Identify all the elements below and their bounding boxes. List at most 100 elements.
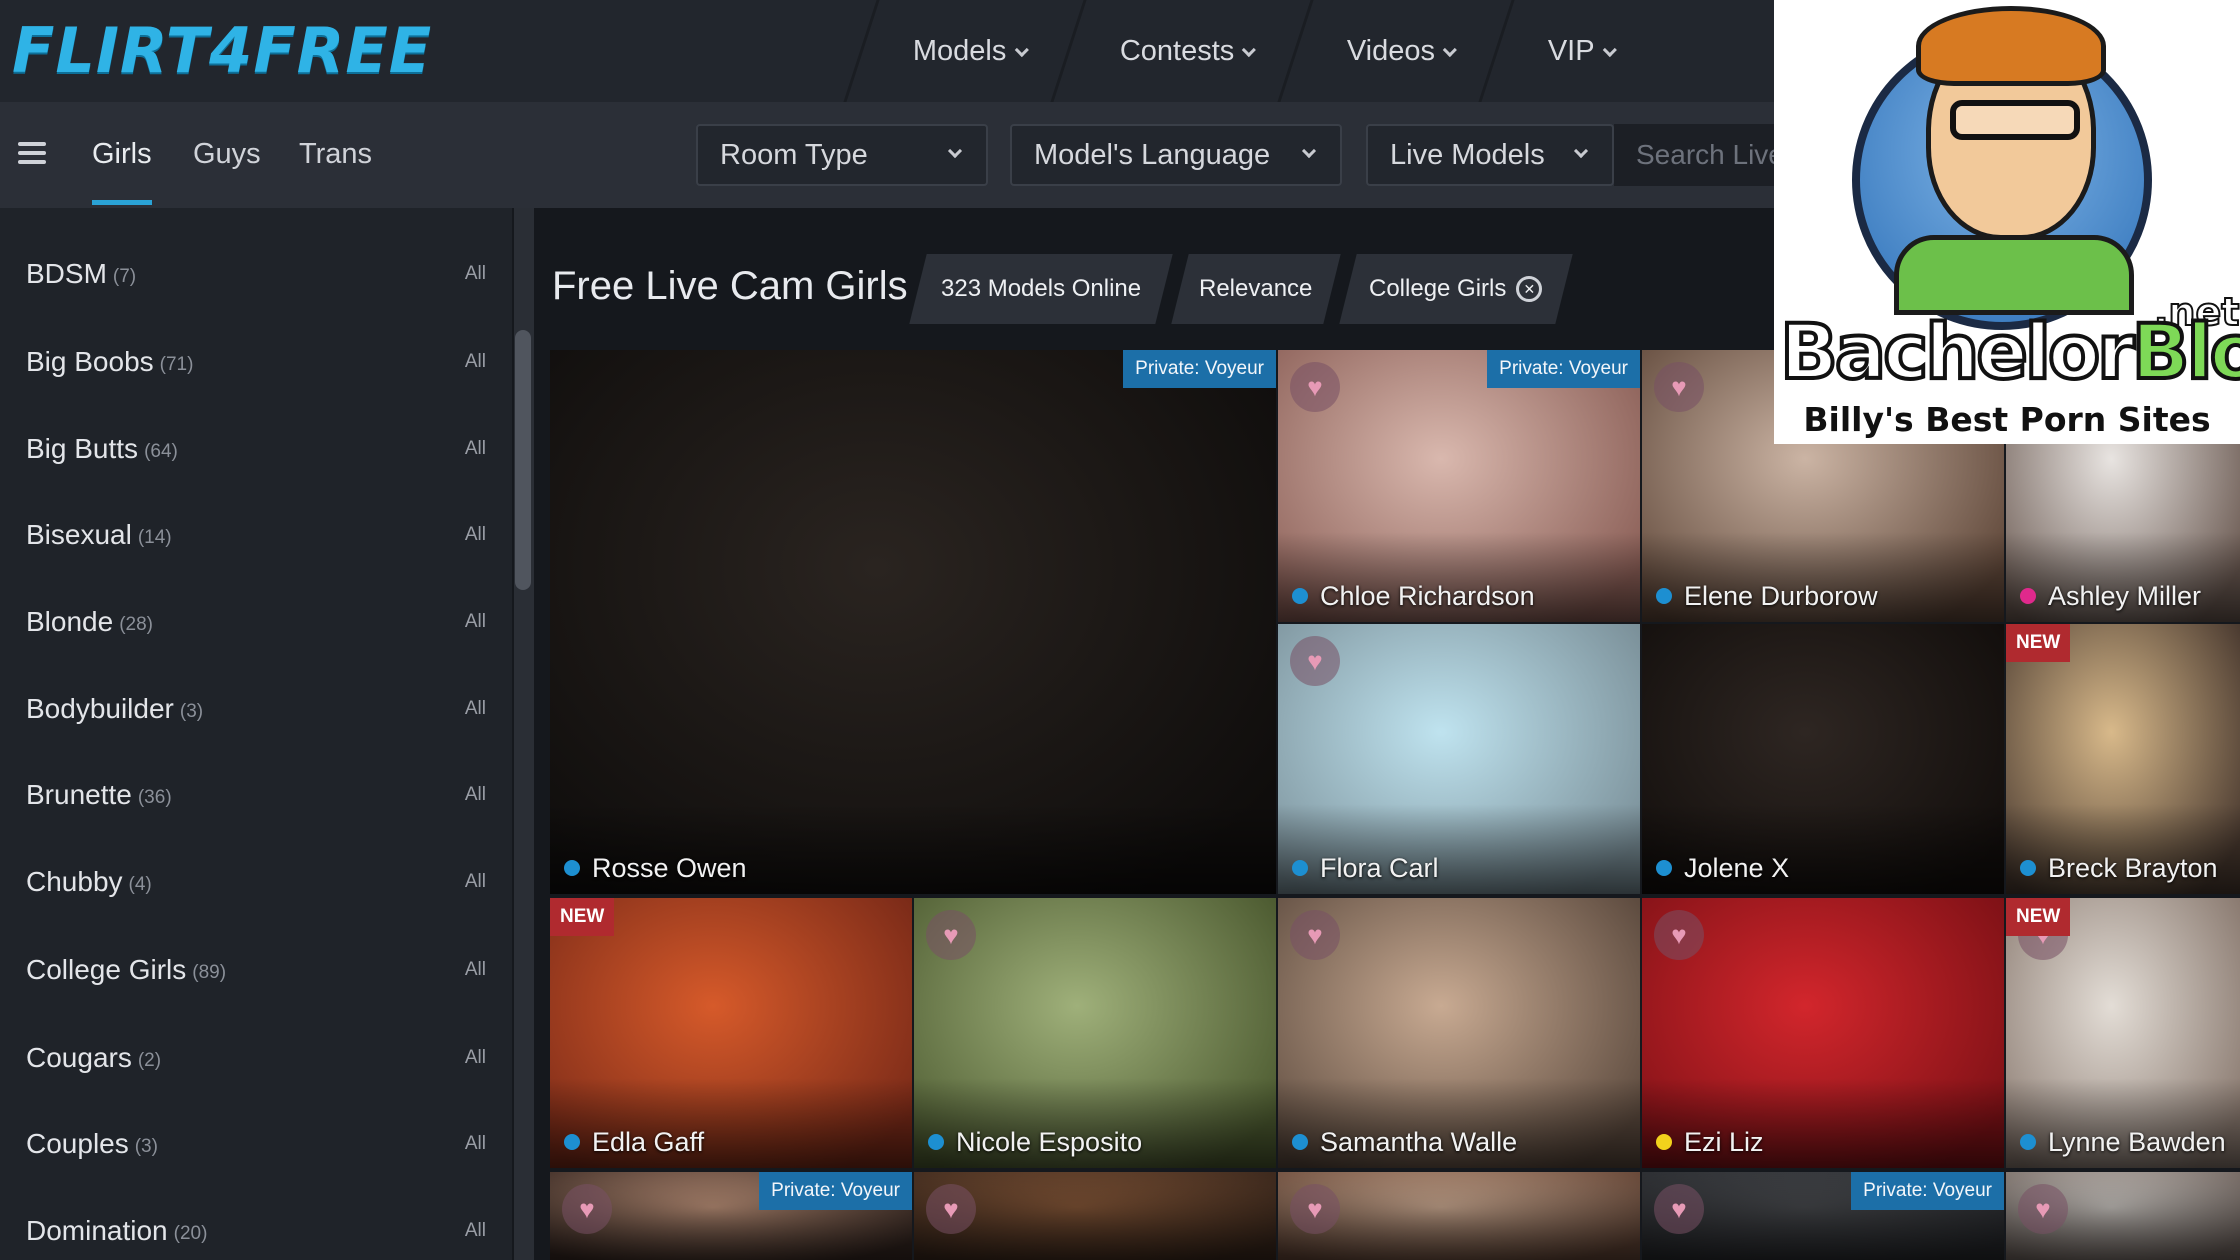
model-name[interactable]: Edla Gaff	[592, 1127, 704, 1158]
model-tile[interactable]: ♥	[1278, 1172, 1640, 1260]
model-name[interactable]: Lynne Bawden	[2048, 1127, 2226, 1158]
category-name: College Girls	[26, 954, 187, 985]
nav-vip[interactable]: VIP	[1478, 0, 1672, 102]
tab-girls[interactable]: Girls	[92, 138, 152, 171]
category-item[interactable]: College Girls (89) All	[26, 940, 486, 1000]
category-all-link[interactable]: All	[465, 698, 486, 720]
model-tile[interactable]: ♥ Private: Voyeur	[550, 1172, 912, 1260]
category-item[interactable]: Big Boobs (71) All	[26, 332, 486, 392]
status-dot-icon	[928, 1134, 944, 1150]
status-dot-icon	[1656, 860, 1672, 876]
category-all-link[interactable]: All	[465, 524, 486, 546]
status-dot-icon	[1656, 588, 1672, 604]
status-dot-icon	[2020, 1134, 2036, 1150]
model-name[interactable]: Chloe Richardson	[1320, 581, 1535, 612]
model-language-dropdown[interactable]: Model's Language	[1010, 124, 1342, 186]
category-all-link[interactable]: All	[465, 1220, 486, 1242]
model-tile[interactable]: ♥ Flora Carl	[1278, 624, 1640, 894]
model-name[interactable]: Samantha Walle	[1320, 1127, 1517, 1158]
category-all-link[interactable]: All	[465, 438, 486, 460]
category-all-link[interactable]: All	[465, 959, 486, 981]
favorite-heart-icon[interactable]: ♥	[926, 910, 976, 960]
favorite-heart-icon[interactable]: ♥	[1654, 362, 1704, 412]
category-item[interactable]: Big Butts (64) All	[26, 419, 486, 479]
category-item[interactable]: Couples (3) All	[26, 1114, 486, 1174]
status-dot-icon	[1292, 860, 1308, 876]
status-dot-icon	[564, 860, 580, 876]
category-item[interactable]: Bisexual (14) All	[26, 505, 486, 565]
model-tile[interactable]: ♥ Samantha Walle	[1278, 898, 1640, 1168]
live-models-dropdown[interactable]: Live Models	[1366, 124, 1614, 186]
category-item[interactable]: Chubby (4) All	[26, 852, 486, 912]
category-item[interactable]: Blonde (28) All	[26, 592, 486, 652]
model-tile[interactable]: Jolene X	[1642, 624, 2004, 894]
category-item[interactable]: Cougars (2) All	[26, 1028, 486, 1088]
sidebar-scrollbar-thumb[interactable]	[515, 330, 531, 590]
site-logo[interactable]: FLIRT4FREE	[12, 14, 432, 87]
category-name: Couples	[26, 1128, 129, 1159]
favorite-heart-icon[interactable]: ♥	[1290, 1184, 1340, 1234]
nav-videos[interactable]: Videos	[1277, 0, 1512, 102]
nav-models[interactable]: Models	[843, 0, 1084, 102]
favorite-heart-icon[interactable]: ♥	[1290, 362, 1340, 412]
category-all-link[interactable]: All	[465, 871, 486, 893]
sort-relevance-button[interactable]: Relevance	[1171, 254, 1341, 324]
model-tile[interactable]: Private: Voyeur Rosse Owen	[550, 350, 1276, 894]
live-models-label: Live Models	[1390, 138, 1545, 171]
close-icon[interactable]: ✕	[1516, 276, 1543, 302]
model-tile[interactable]: ♥	[914, 1172, 1276, 1260]
category-all-link[interactable]: All	[465, 1133, 486, 1155]
chevron-down-icon	[1241, 42, 1257, 57]
category-name: Bodybuilder	[26, 693, 174, 724]
category-item[interactable]: Brunette (36) All	[26, 765, 486, 825]
model-name[interactable]: Nicole Esposito	[956, 1127, 1142, 1158]
favorite-heart-icon[interactable]: ♥	[1654, 910, 1704, 960]
nav-contests[interactable]: Contests	[1049, 0, 1311, 102]
category-item[interactable]: Bodybuilder (3) All	[26, 679, 486, 739]
category-name: Bisexual	[26, 519, 132, 550]
category-sidebar: BDSM (7) All Big Boobs (71) All Big Butts (64…	[0, 208, 512, 1260]
favorite-heart-icon[interactable]: ♥	[2018, 1184, 2068, 1234]
model-tile[interactable]: ♥ Private: Voyeur Chloe Richardson	[1278, 350, 1640, 622]
status-dot-icon	[1292, 1134, 1308, 1150]
category-item[interactable]: BDSM (7) All	[26, 244, 486, 304]
room-type-label: Room Type	[720, 138, 868, 171]
category-all-link[interactable]: All	[465, 784, 486, 806]
model-tile[interactable]: NEW Edla Gaff	[550, 898, 912, 1168]
tab-guys[interactable]: Guys	[193, 138, 261, 171]
favorite-heart-icon[interactable]: ♥	[562, 1184, 612, 1234]
category-all-link[interactable]: All	[465, 263, 486, 285]
model-tile[interactable]: ♥ Ezi Liz	[1642, 898, 2004, 1168]
favorite-heart-icon[interactable]: ♥	[1290, 910, 1340, 960]
model-name[interactable]: Flora Carl	[1320, 853, 1439, 884]
category-item[interactable]: Domination (20) All	[26, 1201, 486, 1260]
model-tile[interactable]: NEW Breck Brayton	[2006, 624, 2240, 894]
model-tile[interactable]: ♥	[2006, 1172, 2240, 1260]
favorite-heart-icon[interactable]: ♥	[1654, 1184, 1704, 1234]
room-type-dropdown[interactable]: Room Type	[696, 124, 988, 186]
models-online-badge: 323 Models Online	[909, 254, 1173, 324]
model-name[interactable]: Breck Brayton	[2048, 853, 2218, 884]
models-online-label: 323 Models Online	[940, 275, 1142, 302]
model-tile[interactable]: ♥ Private: Voyeur	[1642, 1172, 2004, 1260]
model-name[interactable]: Jolene X	[1684, 853, 1789, 884]
model-name[interactable]: Ezi Liz	[1684, 1127, 1764, 1158]
model-tile[interactable]: ♥ Nicole Esposito	[914, 898, 1276, 1168]
model-name[interactable]: Elene Durborow	[1684, 581, 1878, 612]
category-all-link[interactable]: All	[465, 1047, 486, 1069]
hamburger-menu-icon[interactable]	[18, 142, 46, 164]
model-name[interactable]: Rosse Owen	[592, 853, 747, 884]
private-voyeur-badge: Private: Voyeur	[1851, 1172, 2004, 1210]
favorite-heart-icon[interactable]: ♥	[926, 1184, 976, 1234]
favorite-heart-icon[interactable]: ♥	[1290, 636, 1340, 686]
active-filter-chip[interactable]: College Girls ✕	[1339, 254, 1573, 324]
nav-vip-label: VIP	[1548, 34, 1595, 67]
category-all-link[interactable]: All	[465, 611, 486, 633]
category-all-link[interactable]: All	[465, 351, 486, 373]
tab-trans[interactable]: Trans	[299, 138, 372, 171]
logo-shirt	[1894, 235, 2134, 315]
model-tile[interactable]: ♥NEWLynne Bawden	[2006, 898, 2240, 1168]
category-name: Big Boobs	[26, 346, 154, 377]
model-name[interactable]: Ashley Miller	[2048, 581, 2201, 612]
nav-contests-label: Contests	[1119, 34, 1234, 67]
